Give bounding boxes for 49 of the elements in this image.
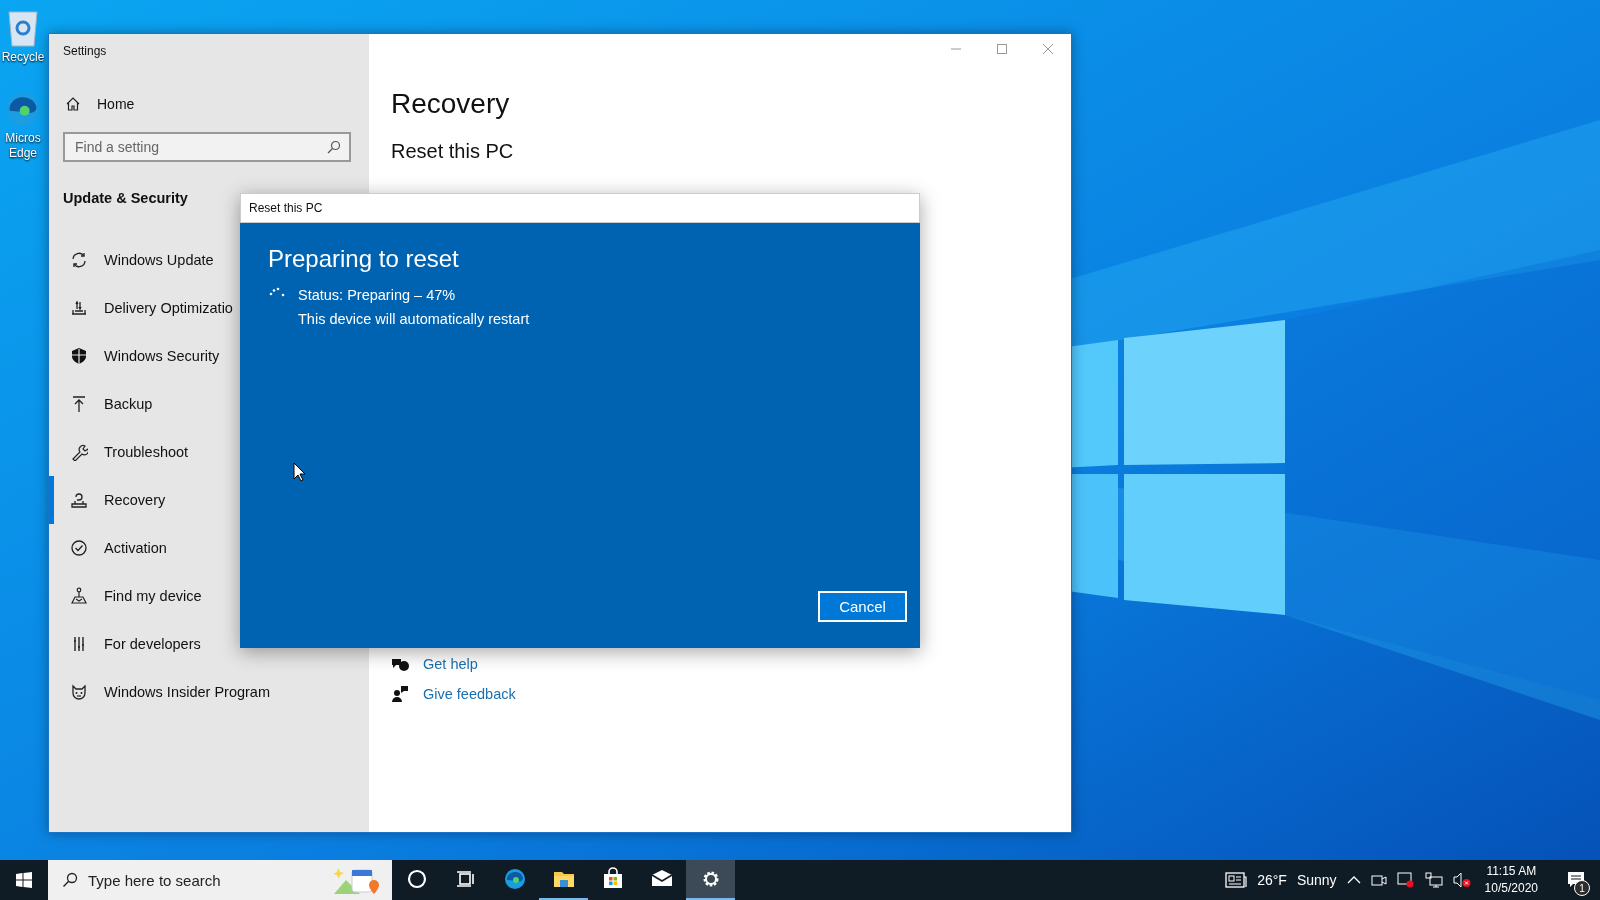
speaker-muted-icon[interactable] xyxy=(1452,872,1471,888)
status-text: Status: Preparing – 47% xyxy=(298,287,456,303)
section-heading: Reset this PC xyxy=(391,140,515,163)
sync-icon xyxy=(70,251,88,269)
taskbar-search-field[interactable]: Type here to search xyxy=(48,860,392,900)
dialog-title: Reset this PC xyxy=(249,201,323,215)
help-link[interactable]: Give feedback xyxy=(391,685,516,703)
upload-arrow-icon xyxy=(70,395,88,413)
weather-temperature[interactable]: 26°F xyxy=(1257,872,1287,888)
taskbar-app-button[interactable] xyxy=(686,860,735,900)
person-feedback-icon xyxy=(391,685,409,703)
upload-download-icon xyxy=(70,299,88,317)
page-title: Recovery xyxy=(391,88,511,120)
desktop-icon-label: Micros Edge xyxy=(4,131,42,161)
search-icon xyxy=(62,872,78,888)
person-pin-icon xyxy=(70,587,88,605)
help-link[interactable]: Get help xyxy=(391,655,478,673)
search-icon xyxy=(327,140,341,154)
weather-condition[interactable]: Sunny xyxy=(1296,872,1337,888)
check-circle-icon xyxy=(70,539,88,557)
section-heading: Update & Security xyxy=(63,190,189,206)
recycle-bin-icon[interactable] xyxy=(5,8,41,48)
status-note: This device will automatically restart xyxy=(298,311,530,327)
clock[interactable]: 11:15 AM 10/5/2020 xyxy=(1484,863,1538,897)
screen-alert-icon[interactable] xyxy=(1396,872,1415,888)
cursor-icon xyxy=(293,462,306,482)
network-icon[interactable] xyxy=(1424,872,1443,888)
shield-icon xyxy=(70,347,88,365)
dialog-heading: Preparing to reset xyxy=(268,245,459,273)
notification-button[interactable]: 1 xyxy=(1556,860,1596,900)
cat-icon xyxy=(70,683,88,701)
window-title: Settings xyxy=(63,44,108,58)
swirl-icon[interactable] xyxy=(3,89,43,129)
swirl-icon xyxy=(502,867,527,891)
desktop-icon-label: Recycle xyxy=(0,50,46,65)
search-field[interactable]: Find a setting xyxy=(63,132,351,162)
sidebar-item[interactable]: Windows Insider Program xyxy=(49,668,355,716)
camera-icon[interactable] xyxy=(1370,872,1387,888)
windows-logo-icon xyxy=(16,872,32,888)
wrench-icon xyxy=(70,443,88,461)
news-icon[interactable] xyxy=(1225,872,1248,888)
notification-count: 1 xyxy=(1574,880,1590,896)
home-link[interactable]: Home xyxy=(63,96,137,112)
home-icon xyxy=(65,96,81,112)
maximize-icon[interactable] xyxy=(997,44,1007,54)
cancel-button[interactable]: Cancel xyxy=(818,591,907,622)
close-icon[interactable] xyxy=(1043,44,1053,54)
chevron-up-icon[interactable] xyxy=(1346,875,1361,885)
recovery-icon xyxy=(70,491,88,509)
